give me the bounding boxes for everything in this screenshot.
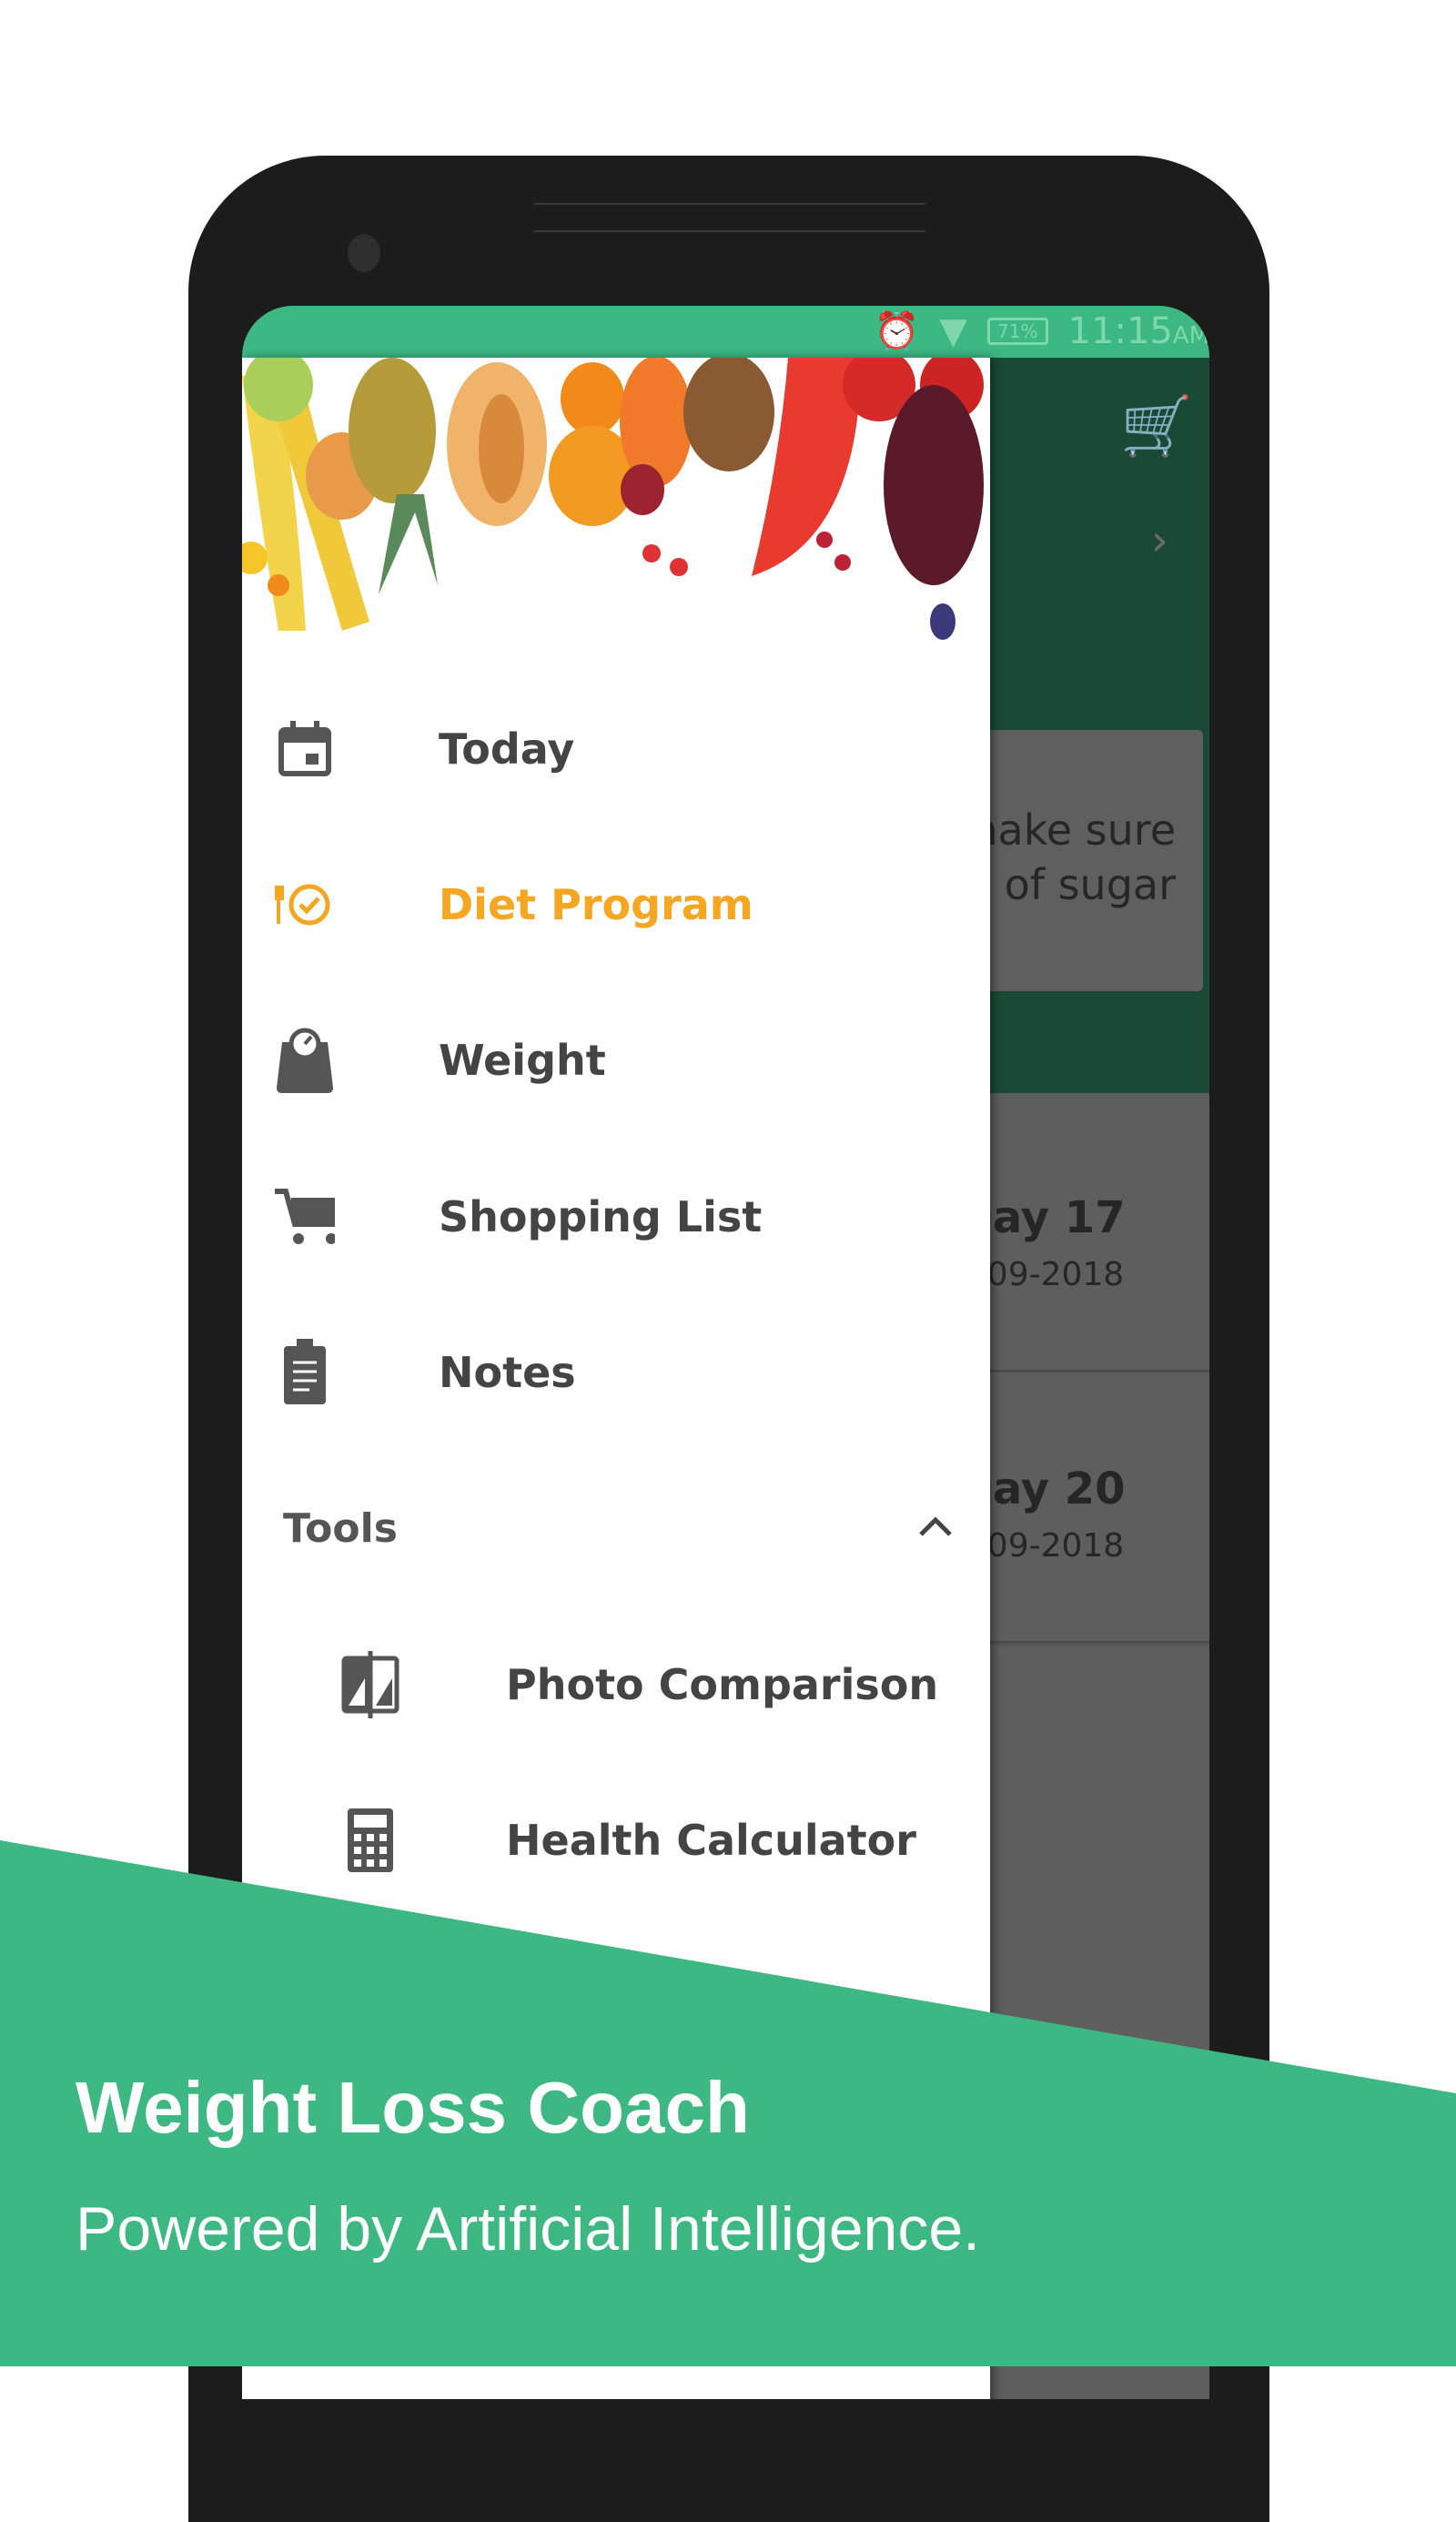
promo-title: Weight Loss Coach bbox=[76, 2067, 750, 2148]
promo-banner bbox=[0, 1840, 1456, 2366]
promo-subtitle: Powered by Artificial Intelligence. bbox=[76, 2194, 981, 2264]
